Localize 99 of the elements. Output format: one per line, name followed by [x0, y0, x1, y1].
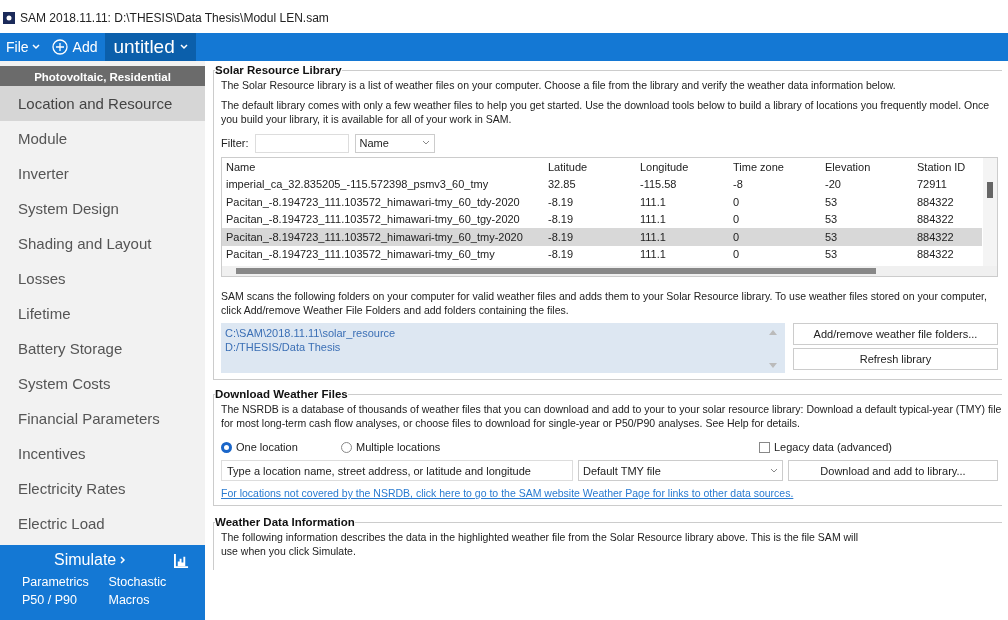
section-title: Download Weather Files [215, 388, 348, 400]
table-cell-text: 884322 [917, 248, 955, 261]
chevron-icon [31, 44, 40, 50]
sidebar-item[interactable]: Lifetime [0, 296, 205, 331]
sidebar-item[interactable]: Shading and Layout [0, 226, 205, 261]
folder-list[interactable]: C:\SAM\2018.11.11\solar_resource D:/THESIS/Data Thesis [221, 323, 785, 373]
file-menu[interactable]: File [0, 33, 46, 61]
radio-label: One location [236, 441, 298, 453]
folder-item[interactable]: D:/THESIS/Data Thesis [225, 341, 396, 353]
table-cell-text: 0 [733, 213, 741, 226]
table-cell-text: 0 [733, 230, 741, 243]
sidebar-item[interactable]: Module [0, 121, 205, 156]
chevron-icon [120, 556, 127, 564]
column-header[interactable]: Name [222, 160, 548, 173]
sidebar-item[interactable]: Battery Storage [0, 331, 205, 366]
column-header[interactable]: Latitude [548, 160, 640, 173]
chevron-icon [179, 44, 188, 50]
section-title: Weather Data Information [215, 516, 355, 528]
column-header[interactable]: Longitude [640, 160, 733, 173]
sidebar-link[interactable]: P50 / P90 [22, 593, 109, 607]
sidebar-item[interactable]: Electricity Rates [0, 471, 205, 506]
vertical-scrollbar[interactable] [983, 158, 997, 266]
sidebar-item[interactable]: Losses [0, 261, 205, 296]
sidebar-item[interactable]: Incentives [0, 436, 205, 471]
radio-button[interactable] [221, 441, 232, 453]
column-header[interactable]: Station ID [917, 160, 982, 173]
sidebar-item[interactable]: System Design [0, 191, 205, 226]
download-button[interactable]: Download and add to library... [788, 460, 998, 481]
horizontal-scrollbar[interactable] [222, 266, 997, 276]
table-cell-text: 111.1 [640, 248, 667, 261]
folder-item[interactable]: C:\SAM\2018.11.11\solar_resource [225, 327, 396, 339]
table-cell-text: 0 [733, 248, 741, 261]
description-text: The default library comes with only a few weather files to help you get started. Use the download tools below to build a library of locations you frequently model. Once you build your library, it is available for all of your work in SAM. [221, 98, 991, 126]
table-cell-text: 111.1 [640, 230, 667, 243]
weather-page-link[interactable]: For locations not covered by the NSRDB, click here to go to the SAM website Weather Page for links to other data sources. [221, 487, 1002, 499]
table-cell-text: 111.1 [640, 195, 667, 208]
section-title: Solar Resource Library [215, 64, 342, 76]
sidebar-header: Photovoltaic, Residential [0, 66, 205, 86]
table-cell-text: -115.58 [640, 178, 678, 191]
table-cell-text: -20 [825, 178, 842, 191]
table-cell-text: Pacitan_-8.194723_111.103572_himawari-tmy_60_tmy-2020 [225, 230, 524, 243]
table-cell-text: 884322 [917, 230, 955, 243]
filter-dropdown[interactable]: Name [354, 133, 435, 153]
table-cell-text: -8.19 [548, 195, 575, 208]
description-text: The Solar Resource library is a list of weather files on your computer. Choose a file from the library and verify the weather data information below. [221, 78, 897, 92]
description-text: The following information describes the data in the highlighted weather file from the Solar Resource library above. This is the file SAM will use when you click Simulate. [221, 530, 860, 558]
chart-icon[interactable] [174, 552, 189, 568]
column-header[interactable]: Time zone [733, 160, 825, 173]
table-cell-text: Pacitan_-8.194723_111.103572_himawari-tmy_60_tmy [225, 248, 496, 261]
simulate-button[interactable]: Simulate [54, 551, 127, 569]
table-row[interactable]: imperial_ca_32.835205_-115.572398_psmv3_60_tmy 32.85 -115.58 -8 -20 72911 [222, 175, 982, 193]
table-row[interactable]: Pacitan_-8.194723_111.103572_himawari-tmy_60_tmy -8.19 111.1 0 53 884322 [222, 245, 982, 263]
folder-button[interactable]: Add/remove weather file folders... [793, 323, 998, 345]
table-cell-text: 53 [825, 230, 839, 243]
filter-field[interactable] [254, 133, 349, 153]
radio-button[interactable] [341, 441, 352, 453]
table-cell-text: -8.19 [548, 248, 575, 261]
table-cell-text: -8.19 [548, 213, 575, 226]
sidebar-item[interactable]: Financial Parameters [0, 401, 205, 436]
table-row[interactable]: Pacitan_-8.194723_111.103572_himawari-tmy_60_tdy-2020 -8.19 111.1 0 53 884322 [222, 193, 982, 211]
sidebar-link[interactable]: Macros [108, 593, 195, 607]
file-type-dropdown[interactable]: Default TMY file [578, 460, 783, 481]
table-cell-text: 53 [825, 248, 839, 261]
column-header[interactable]: Elevation [825, 160, 917, 173]
table-cell-text: -8 [733, 178, 744, 191]
checkbox[interactable] [758, 441, 770, 453]
sidebar-link[interactable]: Stochastic [108, 575, 195, 589]
table-row[interactable]: Pacitan_-8.194723_111.103572_himawari-tmy_60_tmy-2020 -8.19 111.1 0 53 884322 [222, 228, 982, 246]
plus-icon [51, 39, 68, 55]
table-row[interactable]: Pacitan_-8.194723_111.103572_himawari-tmy_60_tgy-2020 -8.19 111.1 0 53 884322 [222, 210, 982, 228]
table-cell-text: 111.1 [640, 213, 667, 226]
radio-option[interactable]: One location [221, 441, 341, 453]
table-cell-text: 53 [825, 213, 839, 226]
chevron-icon [770, 467, 778, 474]
sidebar-link[interactable]: Parametrics [22, 575, 109, 589]
table-cell-text: Pacitan_-8.194723_111.103572_himawari-tmy_60_tgy-2020 [225, 213, 521, 226]
sidebar-item[interactable]: Location and Resource [0, 86, 205, 121]
sidebar-item[interactable]: Inverter [0, 156, 205, 191]
sidebar-item[interactable]: System Costs [0, 366, 205, 401]
description-text: The NSRDB is a database of thousands of weather files that you can download and add to your to your solar resource library: Download a default typical-year (TMY) file for most long-term cash flow analyses, or choose files to download for single-year or P50/P90 analyses. See Help for details. [221, 402, 1002, 430]
case-tab[interactable]: untitled [105, 33, 196, 61]
table-cell-text: Pacitan_-8.194723_111.103572_himawari-tmy_60_tdy-2020 [225, 195, 521, 208]
folders-note: SAM scans the following folders on your computer for valid weather files and adds them to your Solar Resource library. To use weather files stored on your computer, click Add/remove Weather File Folders and add folders containing the files. [221, 289, 988, 317]
table-cell-text: 0 [733, 195, 741, 208]
folder-button[interactable]: Refresh library [793, 348, 998, 370]
table-cell-text: 72911 [917, 178, 948, 191]
table-cell-text: 884322 [917, 213, 955, 226]
table-cell-text: -8.19 [548, 230, 575, 243]
table-cell-text: imperial_ca_32.835205_-115.572398_psmv3_60_tmy [225, 178, 490, 191]
sidebar-item[interactable]: Electric Load [0, 506, 205, 541]
filter-label: Filter: [221, 137, 249, 149]
location-field[interactable]: Type a location name, street address, or latitude and longitude [221, 460, 573, 481]
app-icon [3, 12, 15, 24]
table-cell-text: 32.85 [548, 178, 577, 191]
table-cell-text: 53 [825, 195, 839, 208]
add-button[interactable]: Add [45, 33, 104, 61]
table-cell-text: 884322 [917, 195, 955, 208]
window-title: SAM 2018.11.11: D:\THESIS\Data Thesis\Modul LEN.sam [20, 11, 329, 25]
chevron-icon [421, 140, 430, 146]
